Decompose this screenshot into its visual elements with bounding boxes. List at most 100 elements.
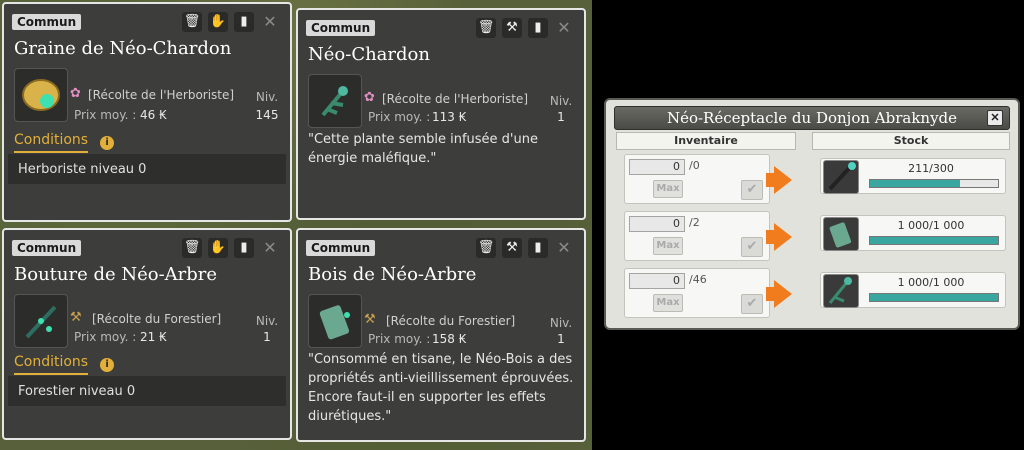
axe-icon: ⚒ (364, 312, 376, 327)
quantity-max: /0 (689, 159, 700, 172)
item-title: Bois de Néo-Arbre (308, 264, 477, 285)
rarity-badge: Commun (306, 20, 376, 36)
cutting-icon (14, 294, 68, 348)
wand-icon (823, 160, 859, 194)
quantity-input[interactable]: 0 (629, 159, 685, 175)
quantity-input[interactable]: 0 (629, 273, 685, 289)
hammer-icon[interactable]: ⚒ (502, 18, 522, 38)
quantity-max: /46 (689, 273, 707, 286)
info-icon[interactable]: i (100, 135, 115, 150)
stock-row: 1 000/1 000 (820, 272, 1006, 308)
price-value: 113 ₭ (432, 110, 467, 124)
stock-header: Stock (812, 132, 1010, 150)
transfer-arrow-icon (774, 166, 792, 194)
book-icon[interactable]: ▮ (528, 18, 548, 38)
wood-log-icon (823, 217, 859, 251)
transfer-arrow-icon (774, 280, 792, 308)
price-value: 158 ₭ (432, 332, 467, 346)
item-card-bouture-neo-arbre: Commun 🗑 ✋ ▮ ✕ Bouture de Néo-Arbre ⚒ [R… (2, 228, 292, 440)
stock-progress-fill (870, 180, 960, 187)
window-title-text: Néo-Réceptacle du Donjon Abraknyde (666, 109, 958, 127)
item-category: [Récolte du Forestier] (386, 314, 516, 328)
hand-icon[interactable]: ✋ (208, 238, 228, 258)
inventory-row: 0 /46 Max ✔ (624, 268, 770, 318)
flower-icon: ✿ (364, 90, 375, 105)
inventory-row: 0 /2 Max ✔ (624, 211, 770, 261)
trash-icon[interactable]: 🗑 (476, 238, 496, 258)
condition-text: Herboriste niveau 0 (8, 154, 286, 184)
max-button[interactable]: Max (653, 294, 683, 312)
item-category: [Récolte de l'Herboriste] (88, 88, 235, 102)
rarity-badge: Commun (12, 240, 82, 256)
trash-icon[interactable]: 🗑 (182, 12, 202, 32)
tab-conditions[interactable]: Conditions (14, 132, 89, 153)
close-icon[interactable]: ✕ (260, 238, 280, 258)
inventory-header: Inventaire (616, 132, 796, 150)
item-category: [Récolte du Forestier] (92, 312, 222, 326)
stock-progress-fill (870, 237, 998, 244)
trash-icon[interactable]: 🗑 (182, 238, 202, 258)
quantity-max: /2 (689, 216, 700, 229)
level-value: 145 (255, 108, 279, 122)
confirm-check-icon[interactable]: ✔ (741, 180, 763, 200)
stock-progress-bar (869, 236, 999, 245)
item-title: Graine de Néo-Chardon (14, 38, 232, 59)
price-value: 21 ₭ (140, 330, 167, 344)
item-card-neo-chardon: Commun 🗑 ⚒ ▮ ✕ Néo-Chardon ✿ [Récolte de… (296, 8, 586, 220)
window-close-icon[interactable]: ✕ (987, 110, 1003, 126)
confirm-check-icon[interactable]: ✔ (741, 237, 763, 257)
close-icon[interactable]: ✕ (554, 238, 574, 258)
level-value: 1 (557, 110, 565, 124)
price-value: 46 ₭ (140, 108, 167, 122)
item-title: Néo-Chardon (308, 44, 430, 65)
inventory-row: 0 /0 Max ✔ (624, 154, 770, 204)
stock-count: 1 000/1 000 (897, 219, 965, 232)
price-label: Prix moy. : (74, 330, 137, 344)
hammer-icon[interactable]: ⚒ (502, 238, 522, 258)
book-icon[interactable]: ▮ (528, 238, 548, 258)
window-title[interactable]: Néo-Réceptacle du Donjon Abraknyde ✕ (614, 106, 1010, 130)
stock-count: 1 000/1 000 (897, 276, 965, 289)
receptacle-window: Néo-Réceptacle du Donjon Abraknyde ✕ Inv… (604, 98, 1020, 330)
stock-progress-bar (869, 179, 999, 188)
rarity-badge: Commun (12, 14, 82, 30)
transfer-arrow-icon (774, 223, 792, 251)
wood-log-icon (308, 294, 362, 348)
max-button[interactable]: Max (653, 237, 683, 255)
close-icon[interactable]: ✕ (260, 12, 280, 32)
item-card-graine-neo-chardon: Commun 🗑 ✋ ▮ ✕ Graine de Néo-Chardon ✿ [… (2, 2, 292, 222)
rarity-badge: Commun (306, 240, 376, 256)
stock-row: 1 000/1 000 (820, 215, 1006, 251)
quantity-input[interactable]: 0 (629, 216, 685, 232)
seed-icon (14, 68, 68, 122)
trash-icon[interactable]: 🗑 (476, 18, 496, 38)
level-label: Niv. (549, 94, 573, 108)
book-icon[interactable]: ▮ (234, 12, 254, 32)
axe-icon: ⚒ (70, 310, 82, 325)
stock-progress-fill (870, 294, 998, 301)
stock-count: 211/300 (908, 162, 954, 175)
item-description: "Cette plante semble infusée d'une énerg… (308, 132, 538, 166)
book-icon[interactable]: ▮ (234, 238, 254, 258)
condition-text: Forestier niveau 0 (8, 376, 286, 406)
info-icon[interactable]: i (100, 357, 115, 372)
item-title: Bouture de Néo-Arbre (14, 264, 218, 285)
stock-progress-bar (869, 293, 999, 302)
price-label: Prix moy. : (368, 110, 431, 124)
thistle-icon (823, 274, 859, 308)
item-description: "Consommé en tisane, le Néo-Bois a des p… (308, 352, 574, 424)
confirm-check-icon[interactable]: ✔ (741, 294, 763, 314)
level-value: 1 (557, 332, 565, 346)
hand-icon[interactable]: ✋ (208, 12, 228, 32)
item-category: [Récolte de l'Herboriste] (382, 92, 529, 106)
level-label: Niv. (549, 316, 573, 330)
tab-conditions[interactable]: Conditions (14, 354, 89, 375)
flower-icon: ✿ (70, 86, 81, 101)
level-label: Niv. (255, 90, 279, 104)
price-label: Prix moy. : (368, 332, 431, 346)
thistle-icon (308, 74, 362, 128)
max-button[interactable]: Max (653, 180, 683, 198)
stock-row: 211/300 (820, 158, 1006, 194)
close-icon[interactable]: ✕ (554, 18, 574, 38)
price-label: Prix moy. : (74, 108, 137, 122)
